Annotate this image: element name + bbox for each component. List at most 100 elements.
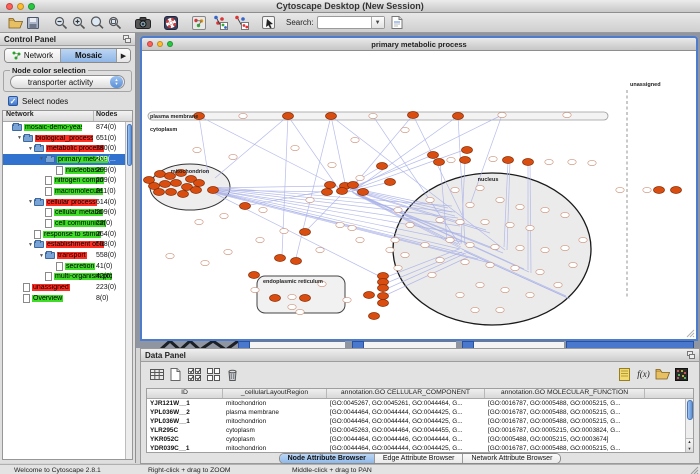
table-row-ypl036w__2[interactable]: YPL036W__2plasma membrane[GO:0044464, GO… bbox=[147, 408, 693, 417]
network-node[interactable] bbox=[224, 249, 232, 254]
column-header[interactable]: annotation.GO MOLECULAR_FUNCTION bbox=[485, 389, 645, 398]
network-node-selected-color[interactable] bbox=[453, 113, 464, 120]
network-node-selected-color[interactable] bbox=[270, 295, 281, 302]
network-node[interactable] bbox=[306, 197, 314, 202]
tree-expand-arrow[interactable]: ▼ bbox=[38, 253, 45, 259]
network-node[interactable] bbox=[201, 260, 209, 265]
tree-row-nitrogen-compo[interactable]: nitrogen compo209(0) bbox=[3, 175, 125, 186]
tree-row-macromolecule[interactable]: macromolecule311(0) bbox=[3, 186, 125, 197]
network-node-selected-color[interactable] bbox=[378, 300, 389, 307]
network-node[interactable] bbox=[436, 257, 444, 262]
network-node[interactable] bbox=[476, 282, 484, 287]
notes-button[interactable] bbox=[616, 366, 633, 383]
network-node[interactable] bbox=[239, 113, 247, 118]
table-row-ypl036w__1[interactable]: YPL036W__1mitochondrion[GO:0044464, GO:0… bbox=[147, 417, 693, 426]
zoom-in-button[interactable] bbox=[70, 14, 88, 31]
network-node[interactable] bbox=[280, 228, 288, 233]
new-attribute-button[interactable] bbox=[167, 366, 184, 383]
network-node-selected-color[interactable] bbox=[408, 112, 419, 119]
tree-row-establishment-of-lo[interactable]: ▼establishment of lo558(0) bbox=[3, 240, 125, 251]
matrix-view-button[interactable] bbox=[673, 366, 690, 383]
network-node-selected-color[interactable] bbox=[178, 191, 189, 198]
network-node-selected-color[interactable] bbox=[369, 313, 380, 320]
network-node[interactable] bbox=[166, 253, 174, 258]
table-row-yjr121w__1[interactable]: YJR121W__1mitochondrion[GO:0045267, GO:0… bbox=[147, 399, 693, 408]
tree-row-unassigned[interactable]: unassigned223(0) bbox=[3, 282, 125, 293]
tree-row-nucleobase-[interactable]: nucleobase-209(0) bbox=[3, 165, 125, 176]
network-node[interactable] bbox=[466, 242, 474, 247]
network-node[interactable] bbox=[569, 262, 577, 267]
network-node[interactable] bbox=[491, 244, 499, 249]
network-node[interactable] bbox=[428, 272, 436, 277]
close-icon[interactable] bbox=[147, 41, 153, 47]
network-node[interactable] bbox=[386, 247, 394, 252]
network-node[interactable] bbox=[536, 269, 544, 274]
network-node-selected-color[interactable] bbox=[300, 295, 311, 302]
window-resize-grip[interactable] bbox=[685, 328, 695, 338]
search-dropdown-arrow[interactable]: ▼ bbox=[371, 17, 384, 28]
table-row-ydr039c__1[interactable]: YDR039C__1mitochondrion[GO:0044464, GO:0… bbox=[147, 444, 693, 453]
network-node-selected-color[interactable] bbox=[171, 180, 182, 187]
delete-attribute-button[interactable] bbox=[224, 366, 241, 383]
network-node-selected-color[interactable] bbox=[462, 147, 473, 154]
network-node[interactable] bbox=[348, 225, 356, 230]
plasma-membrane-region[interactable] bbox=[148, 112, 608, 120]
tree-expand-arrow[interactable]: ▼ bbox=[27, 199, 34, 205]
network-window[interactable]: primary metabolic process plasma membran… bbox=[140, 36, 698, 341]
tree-expand-arrow[interactable]: ▼ bbox=[27, 242, 34, 248]
network-node[interactable] bbox=[229, 154, 237, 159]
network-node[interactable] bbox=[369, 113, 377, 118]
network-node-selected-color[interactable] bbox=[154, 189, 165, 196]
network-node[interactable] bbox=[193, 147, 201, 152]
tree-row-response-to-stimulu[interactable]: response to stimulu264(0) bbox=[3, 229, 125, 240]
network-node[interactable] bbox=[426, 197, 434, 202]
network-node[interactable] bbox=[356, 237, 364, 242]
tree-expand-arrow[interactable]: ▼ bbox=[27, 146, 34, 152]
window-titlebar[interactable]: Cytoscape Desktop (New Session) bbox=[0, 0, 700, 13]
network-node[interactable] bbox=[461, 259, 469, 264]
network-node[interactable] bbox=[288, 294, 296, 299]
tree-scrollbar-thumb[interactable] bbox=[127, 124, 132, 166]
tab-edge-attribute-browser[interactable]: Edge Attribute Browser bbox=[375, 454, 464, 463]
tab-overflow-arrow[interactable]: ▶ bbox=[117, 49, 130, 62]
network-node-selected-color[interactable] bbox=[503, 157, 514, 164]
table-scrollbar[interactable]: ▲▼ bbox=[685, 399, 693, 452]
float-panel-icon[interactable] bbox=[123, 35, 131, 43]
zoom-out-button[interactable] bbox=[52, 14, 70, 31]
column-header[interactable]: _cellularLayoutRegion bbox=[223, 389, 327, 398]
network-node[interactable] bbox=[391, 237, 399, 242]
zoom-selected-button[interactable] bbox=[88, 14, 106, 31]
save-session-button[interactable] bbox=[24, 14, 42, 31]
network-node[interactable] bbox=[356, 175, 364, 180]
tree-row-transport[interactable]: ▼transport558(0) bbox=[3, 250, 125, 261]
network-node[interactable] bbox=[401, 252, 409, 257]
network-node[interactable] bbox=[526, 292, 534, 297]
network-node-selected-color[interactable] bbox=[249, 272, 260, 279]
network-node[interactable] bbox=[561, 212, 569, 217]
network-node-selected-color[interactable] bbox=[654, 187, 665, 194]
search-config-icon[interactable] bbox=[388, 14, 406, 31]
network-node[interactable] bbox=[406, 222, 414, 227]
close-button[interactable] bbox=[6, 3, 13, 10]
network-node-selected-color[interactable] bbox=[194, 180, 205, 187]
network-node[interactable] bbox=[516, 245, 524, 250]
network-node[interactable] bbox=[394, 265, 402, 270]
network-canvas[interactable]: plasma membranecytoplasmmitochondrionnuc… bbox=[142, 51, 696, 339]
network-node-selected-color[interactable] bbox=[348, 182, 359, 189]
column-header[interactable]: ID bbox=[147, 389, 223, 398]
network-node[interactable] bbox=[351, 137, 359, 142]
network-node[interactable] bbox=[545, 159, 553, 164]
tree-row-secretion[interactable]: secretion41(0) bbox=[3, 261, 125, 272]
network-node[interactable] bbox=[220, 213, 228, 218]
network-node[interactable] bbox=[401, 127, 409, 132]
zoom-fit-button[interactable] bbox=[106, 14, 124, 31]
network-node[interactable] bbox=[336, 222, 344, 227]
network-node-selected-color[interactable] bbox=[300, 229, 311, 236]
network-node[interactable] bbox=[195, 219, 203, 224]
layout-network-a-button[interactable] bbox=[211, 14, 229, 31]
network-node-selected-color[interactable] bbox=[191, 187, 202, 194]
network-node[interactable] bbox=[579, 237, 587, 242]
node-color-dropdown[interactable]: transporter activity ▲▼ bbox=[10, 75, 125, 89]
network-node[interactable] bbox=[343, 297, 351, 302]
network-node[interactable] bbox=[568, 159, 576, 164]
